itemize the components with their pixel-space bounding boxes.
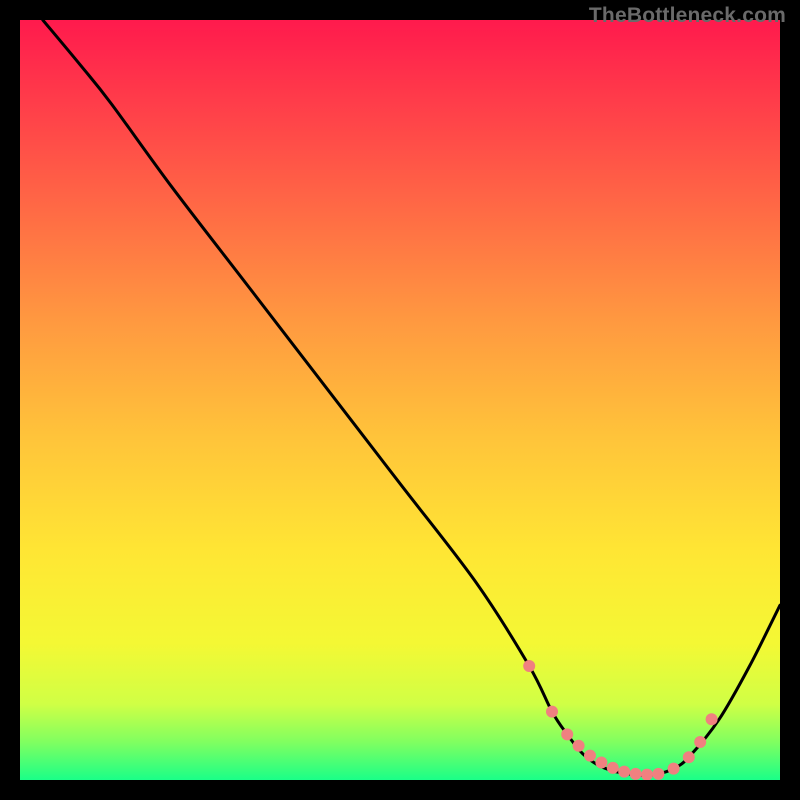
marker-dot bbox=[561, 728, 573, 740]
marker-dot bbox=[573, 740, 585, 752]
marker-dot bbox=[668, 763, 680, 775]
plot-area bbox=[20, 20, 780, 780]
marker-dot bbox=[584, 750, 596, 762]
marker-dot bbox=[652, 768, 664, 780]
marker-dot bbox=[546, 706, 558, 718]
chart-svg bbox=[20, 20, 780, 780]
marker-dot bbox=[683, 751, 695, 763]
marker-dot bbox=[694, 736, 706, 748]
marker-dot bbox=[523, 660, 535, 672]
marker-dot bbox=[630, 768, 642, 780]
watermark-text: TheBottleneck.com bbox=[589, 4, 786, 28]
chart-frame: TheBottleneck.com bbox=[0, 0, 800, 800]
marker-dot bbox=[618, 766, 630, 778]
marker-dot bbox=[706, 713, 718, 725]
marker-dot bbox=[607, 762, 619, 774]
marker-dot bbox=[595, 757, 607, 769]
